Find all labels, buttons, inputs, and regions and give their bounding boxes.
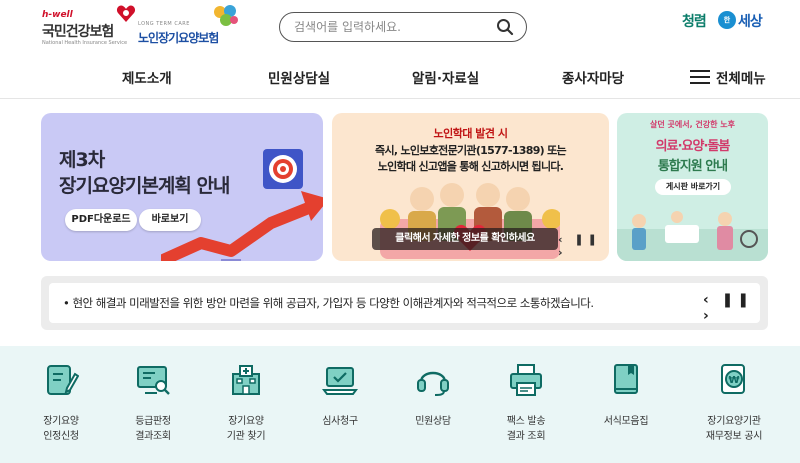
banner-care-line1: 의료·요양·돌봄 [655, 139, 731, 154]
logo-ltc-eng: LONG TERM CARE [138, 21, 190, 27]
nav-item-intro[interactable]: 제도소개 [122, 67, 172, 87]
fax-printer-icon [510, 364, 542, 396]
quick-item-label: 팩스 발송 결과 조회 [506, 416, 546, 442]
site-header: h-well 국민건강보험 National Health Insurance … [0, 0, 800, 52]
slogan-mid: 한 [718, 11, 736, 29]
headset-icon [417, 371, 449, 396]
heart-logo-icon [116, 5, 136, 22]
care-illustration [617, 211, 768, 261]
quick-item-grade[interactable]: 등급판정 결과조회 [105, 362, 201, 444]
banner-elder-abuse[interactable]: 노인학대 발견 시 즉시, 노인보호전문기관(1577-1389) 또는 노인학… [332, 113, 609, 261]
search-input[interactable] [294, 18, 494, 36]
banner-care-line2: 통합지원 안내 [657, 159, 728, 174]
logo-nhis-name: 국민건강보험 [42, 24, 114, 40]
ltc-mark-icon [214, 5, 238, 26]
search-icon[interactable] [496, 18, 514, 36]
banner-abuse-line1: 노인학대 발견 시 [433, 127, 509, 140]
logo-hwell-text: h-well [42, 10, 73, 20]
banner-longterm-plan[interactable]: 제3차 장기요양기본계획 안내 PDF다운로드 바로보기 [41, 113, 323, 261]
banner-plan-line1: 제3차 [59, 149, 105, 171]
quick-item-find[interactable]: 장기요양 기관 찾기 [198, 362, 294, 444]
nav-item-civil[interactable]: 민원상담실 [268, 67, 330, 87]
notice-text[interactable]: • 현안 해결과 미래발전을 위한 방안 마련을 위해 공급자, 가입자 등 다… [63, 295, 594, 311]
quick-item-finance[interactable]: ₩ 장기요양기관 재무정보 공시 [686, 362, 782, 444]
quick-item-review[interactable]: 심사청구 [292, 362, 388, 429]
quick-item-label: 서식모음집 [603, 416, 649, 427]
quick-item-label: 장기요양 인정신청 [43, 416, 79, 442]
form-pen-icon [47, 365, 80, 395]
view-now-button[interactable]: 바로보기 [139, 209, 201, 231]
banner-integrated-care[interactable]: 살던 곳에서, 건강한 노후 의료·요양·돌봄 통합지원 안내 게시판 바로가기 [617, 113, 768, 261]
quick-item-forms[interactable]: 서식모음집 [578, 362, 674, 429]
target-icon [263, 149, 303, 189]
main-nav: 제도소개 민원상담실 알림·자료실 종사자마당 전체메뉴 [0, 55, 800, 99]
banner-care-small: 살던 곳에서, 건강한 노후 [650, 120, 735, 129]
quick-item-consult[interactable]: 민원상담 [385, 362, 481, 429]
won-document-icon: ₩ [721, 364, 745, 394]
book-icon [614, 364, 638, 394]
notice-inner: • 현안 해결과 미래발전을 위한 방안 마련을 위해 공급자, 가입자 등 다… [49, 283, 760, 324]
banner-abuse-line3: 노인학대 신고앱을 통해 신고하시면 됩니다. [377, 160, 564, 173]
hospital-building-icon [232, 365, 260, 395]
svg-text:₩: ₩ [728, 375, 739, 386]
banner-abuse-caption: 클릭해서 자세한 정보를 확인하세요 [372, 228, 558, 250]
quick-item-label: 장기요양기관 재무정보 공시 [705, 416, 763, 442]
integrity-slogan-logo[interactable]: 청렴 한 세상 [682, 9, 768, 33]
quick-item-fax[interactable]: 팩스 발송 결과 조회 [478, 362, 574, 444]
notice-controls[interactable]: ‹ ❚❚ › [703, 292, 760, 324]
carousel-controls[interactable]: ‹ ❚❚ › [558, 233, 609, 259]
notice-ticker: • 현안 해결과 미래발전을 위한 방안 마련을 위해 공급자, 가입자 등 다… [41, 276, 768, 330]
slogan-left: 청렴 [682, 14, 707, 30]
quick-item-label: 심사청구 [322, 416, 358, 427]
all-menu-button[interactable]: 전체메뉴 [716, 67, 766, 87]
quick-item-label: 등급판정 결과조회 [135, 416, 171, 442]
monitor-search-icon [137, 366, 170, 395]
quick-item-label: 장기요양 기관 찾기 [226, 416, 266, 442]
nav-item-notice[interactable]: 알림·자료실 [412, 67, 479, 87]
quick-item-label: 민원상담 [415, 416, 451, 427]
laptop-check-icon [322, 367, 358, 395]
quick-menu: 장기요양 인정신청 등급판정 결과조회 장기요양 기관 찾기 심사청구 민원상담… [0, 346, 800, 463]
banner-abuse-line2: 즉시, 노인보호전문기관(1577-1389) 또는 [375, 144, 567, 157]
quick-item-apply[interactable]: 장기요양 인정신청 [13, 362, 109, 444]
board-shortcut-button[interactable]: 게시판 바로가기 [655, 179, 731, 195]
nav-item-worker[interactable]: 종사자마당 [562, 67, 624, 87]
pdf-download-button[interactable]: PDF다운로드 [65, 209, 137, 231]
logo-nhis-sub: National Health Insurance Service [42, 40, 128, 46]
search-box [279, 12, 527, 42]
slogan-right: 세상 [738, 14, 763, 30]
hamburger-icon[interactable] [690, 70, 710, 84]
logo-ltc-name: 노인장기요양보험 [138, 31, 219, 45]
